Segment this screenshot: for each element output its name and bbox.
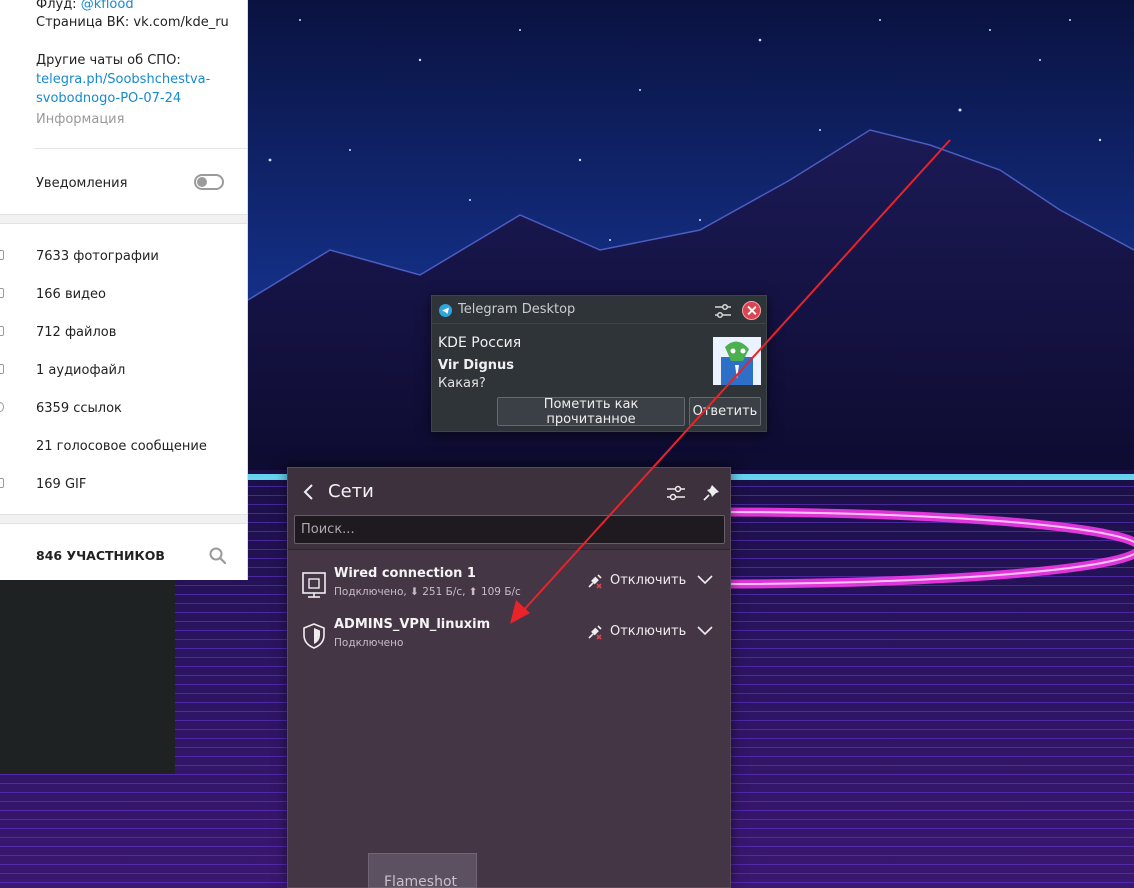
media-videos[interactable]: 166 видео — [36, 286, 106, 303]
link-icon — [0, 402, 4, 412]
vk-page-line: Страница ВК: vk.com/kde_ru — [36, 15, 229, 30]
disconnect-button[interactable]: Отключить — [610, 624, 686, 639]
notification-header: Telegram Desktop — [432, 296, 766, 324]
telegram-icon — [439, 304, 452, 317]
networks-applet: Сети Wired connection 1 Подключено, ⬇ 25… — [287, 467, 731, 888]
notifications-label: Уведомления — [36, 176, 128, 191]
vpn-shield-icon — [303, 623, 325, 649]
pin-icon[interactable] — [700, 482, 722, 504]
connection-name: ADMINS_VPN_linuxim — [334, 617, 491, 632]
photo-icon — [0, 250, 4, 260]
wired-icon — [302, 572, 326, 598]
divider — [34, 148, 247, 149]
flameshot-label: Flameshot — [384, 874, 457, 888]
file-icon — [0, 326, 4, 336]
networks-header: Сети — [288, 468, 730, 550]
connection-name: Wired connection 1 — [334, 566, 476, 581]
video-icon — [0, 288, 4, 298]
flood-label: Флуд: — [36, 0, 81, 12]
settings-sliders-icon[interactable] — [665, 482, 687, 504]
other-chats-link-line2[interactable]: svobodnogo-PO-07-24 — [36, 90, 181, 107]
media-voice[interactable]: 21 голосовое сообщение — [36, 438, 207, 455]
flameshot-tooltip: Flameshot — [368, 853, 477, 888]
chat-avatar — [713, 337, 761, 385]
flood-link[interactable]: @kflood — [81, 0, 134, 12]
network-search-input[interactable] — [294, 515, 725, 544]
audio-icon — [0, 364, 4, 374]
connection-item-wired[interactable]: Wired connection 1 Подключено, ⬇ 251 Б/с… — [288, 566, 730, 614]
notifications-toggle[interactable] — [194, 174, 224, 190]
sliders-icon[interactable] — [713, 301, 733, 321]
connection-item-vpn[interactable]: ADMINS_VPN_linuxim Подключено Отключить — [288, 617, 730, 665]
close-icon[interactable] — [742, 301, 761, 320]
networks-title: Сети — [328, 481, 374, 502]
members-count[interactable]: 846 УЧАСТНИКОВ — [36, 547, 165, 564]
telegram-chat-info-panel: Флуд: @kflood Страница ВК: vk.com/kde_ru… — [0, 0, 248, 580]
notification-sender: Vir Dignus — [438, 358, 515, 373]
section-divider — [0, 514, 247, 524]
connection-status: Подключено, ⬇ 251 Б/с, ⬆ 109 Б/с — [334, 586, 521, 598]
info-section-label: Информация — [36, 112, 125, 127]
media-gifs[interactable]: 169 GIF — [36, 476, 86, 493]
members-icon — [0, 552, 4, 562]
media-links[interactable]: 6359 ссылок — [36, 400, 122, 417]
voice-icon — [0, 440, 4, 450]
flood-line: Флуд: @kflood — [36, 0, 134, 13]
telegram-notification: Telegram Desktop KDE Россия Vir Dignus К… — [431, 295, 767, 432]
media-audio[interactable]: 1 аудиофайл — [36, 362, 125, 379]
toggle-knob — [197, 177, 207, 187]
bell-icon — [0, 180, 4, 190]
search-icon[interactable] — [208, 546, 228, 566]
disconnect-button[interactable]: Отключить — [610, 573, 686, 588]
mark-as-read-button[interactable]: Пометить как прочитанное — [497, 397, 685, 427]
other-chats-link-line1[interactable]: telegra.ph/Soobshchestva- — [36, 71, 210, 88]
chevron-down-icon[interactable] — [696, 625, 714, 637]
notification-body: Какая? — [438, 376, 486, 391]
section-divider — [0, 214, 247, 224]
disconnect-plug-icon[interactable] — [586, 572, 604, 590]
disconnect-plug-icon[interactable] — [586, 623, 604, 641]
notification-app-name: Telegram Desktop — [458, 302, 576, 317]
notification-title: KDE Россия — [438, 335, 522, 351]
gif-icon — [0, 478, 4, 488]
media-photos[interactable]: 7633 фотографии — [36, 248, 159, 265]
media-files[interactable]: 712 файлов — [36, 324, 116, 341]
chevron-down-icon[interactable] — [696, 574, 714, 586]
other-chats-label: Другие чаты об СПО: — [36, 53, 181, 68]
reply-button[interactable]: Ответить — [689, 397, 761, 426]
background-window — [0, 580, 175, 774]
connection-status: Подключено — [334, 637, 404, 649]
back-arrow-icon[interactable] — [300, 482, 318, 502]
